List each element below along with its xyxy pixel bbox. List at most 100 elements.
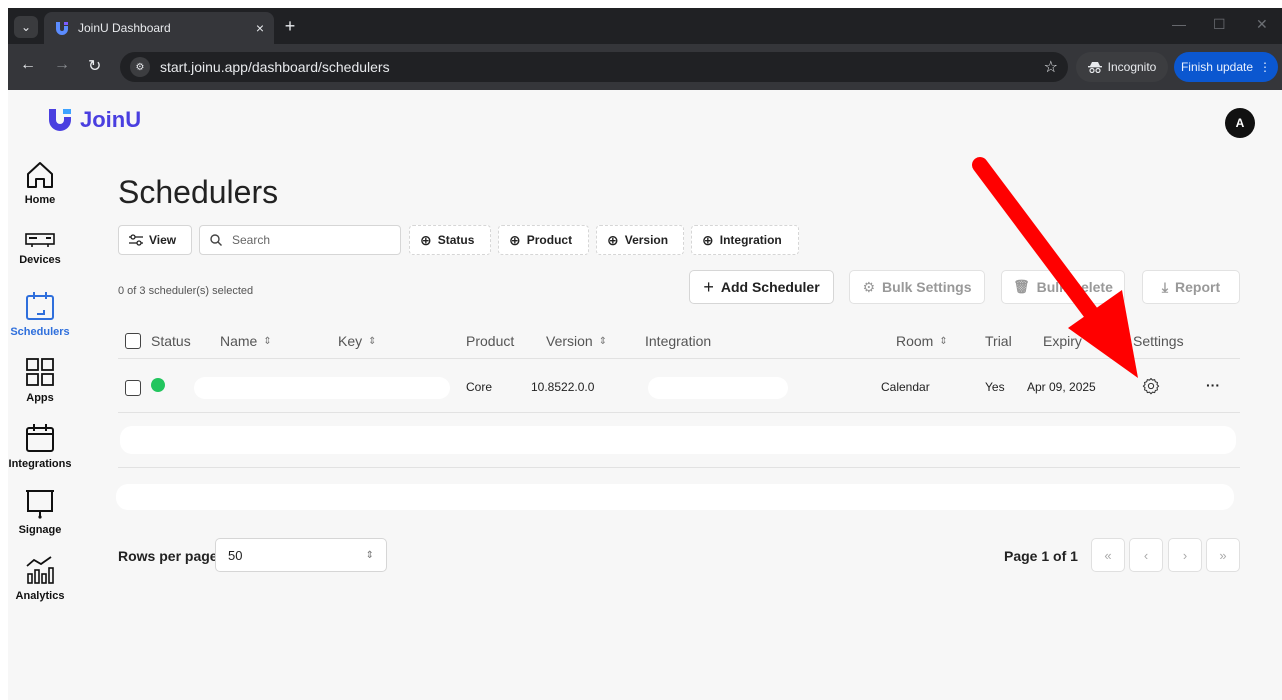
sidebar-item-devices[interactable]: Devices: [8, 230, 72, 266]
column-label: Name: [220, 333, 258, 349]
version-cell: 10.8522.0.0: [531, 380, 595, 394]
joinu-logo[interactable]: JoinU: [46, 106, 141, 134]
sort-icon: ⇕: [598, 335, 608, 347]
sidebar-item-label: Integrations: [8, 458, 72, 470]
status-filter-button[interactable]: ⊕ Status: [409, 225, 491, 255]
sidebar-item-label: Home: [24, 194, 56, 206]
column-label: Key: [338, 333, 363, 349]
plus-circle-icon: ⊕: [702, 231, 714, 248]
rows-per-page-label: Rows per page: [118, 548, 218, 564]
tab-close-icon[interactable]: ×: [256, 20, 264, 36]
incognito-icon: [1087, 62, 1102, 73]
signage-board-icon: [26, 490, 54, 519]
finish-update-button[interactable]: Finish update ⋮: [1174, 52, 1278, 82]
gear-icon: ⚙: [862, 278, 876, 295]
column-header-product[interactable]: Product: [466, 333, 514, 349]
bookmark-star-icon[interactable]: ☆: [1044, 57, 1058, 77]
column-header-key[interactable]: Key ⇕: [338, 333, 377, 349]
row-actions-menu-icon[interactable]: ···: [1206, 377, 1220, 393]
new-tab-button[interactable]: +: [278, 14, 302, 38]
tab-strip: ⌄ JoinU Dashboard × + — ☐ ✕: [8, 8, 1282, 44]
plus-circle-icon: ⊕: [607, 231, 619, 248]
browser-chrome: ⌄ JoinU Dashboard × + — ☐ ✕ ← → ↻ ⚙ star…: [8, 8, 1282, 90]
chevron-left-icon: ‹: [1143, 547, 1149, 563]
column-header-room[interactable]: Room ⇕: [896, 333, 948, 349]
download-icon: ⤓: [1161, 278, 1169, 295]
sidebar-item-label: Analytics: [15, 590, 65, 602]
finish-update-label: Finish update: [1180, 60, 1254, 74]
version-filter-button[interactable]: ⊕ Version: [596, 225, 684, 255]
maximize-icon[interactable]: ☐: [1213, 16, 1226, 33]
status-dot: [151, 378, 165, 392]
redacted-name: [194, 377, 450, 399]
chevron-right-icon: ›: [1182, 547, 1188, 563]
sidebar-item-home[interactable]: Home: [8, 160, 72, 206]
bulk-settings-label: Bulk Settings: [882, 279, 972, 295]
first-page-button[interactable]: «: [1091, 538, 1125, 572]
tab-search-button[interactable]: ⌄: [14, 16, 38, 38]
kebab-menu-icon: ⋮: [1259, 60, 1272, 74]
select-all-checkbox[interactable]: [125, 333, 141, 349]
sort-icon: ⇕: [263, 335, 272, 347]
home-icon: [27, 162, 53, 188]
column-header-version[interactable]: Version ⇕: [546, 333, 607, 349]
reload-icon[interactable]: ↻: [88, 56, 101, 76]
redacted-row: [116, 484, 1234, 510]
sidebar-item-label: Signage: [18, 524, 62, 536]
column-label: Room: [896, 333, 934, 349]
tab-title: JoinU Dashboard: [78, 21, 171, 35]
view-button[interactable]: View: [118, 225, 192, 255]
avatar[interactable]: A: [1225, 108, 1255, 138]
add-scheduler-button[interactable]: + Add Scheduler: [689, 270, 834, 304]
address-bar[interactable]: ⚙ start.joinu.app/dashboard/schedulers ☆: [120, 52, 1068, 82]
search-icon: [210, 234, 222, 246]
forward-icon[interactable]: →: [54, 56, 70, 74]
annotation-arrow-icon: [972, 157, 1138, 378]
last-page-button[interactable]: »: [1206, 538, 1240, 572]
integration-filter-button[interactable]: ⊕ Integration: [691, 225, 799, 255]
next-page-button[interactable]: ›: [1168, 538, 1202, 572]
screen: ⌄ JoinU Dashboard × + — ☐ ✕ ← → ↻ ⚙ star…: [0, 0, 1282, 700]
sidebar-item-schedulers[interactable]: Schedulers: [8, 290, 72, 338]
browser-tab[interactable]: JoinU Dashboard ×: [44, 12, 274, 44]
window-close-icon[interactable]: ✕: [1256, 16, 1268, 33]
sidebar-item-label: Devices: [19, 254, 61, 266]
site-info-icon[interactable]: ⚙: [130, 57, 150, 77]
column-header-name[interactable]: Name ⇕: [220, 333, 272, 349]
scheduler-icon: [26, 292, 54, 320]
column-header-integration[interactable]: Integration: [645, 333, 711, 349]
product-filter-button[interactable]: ⊕ Product: [498, 225, 589, 255]
sidebar-item-signage[interactable]: Signage: [8, 488, 72, 536]
back-icon[interactable]: ←: [20, 56, 36, 74]
apps-grid-icon: [26, 358, 54, 386]
sidebar-item-analytics[interactable]: Analytics: [8, 554, 72, 602]
room-cell: Calendar: [881, 380, 930, 394]
sidebar-item-integrations[interactable]: Integrations: [8, 422, 72, 470]
column-label: Status: [151, 333, 191, 349]
sidebar-item-label: Schedulers: [10, 326, 70, 338]
view-label: View: [149, 233, 177, 247]
minimize-icon[interactable]: —: [1172, 16, 1186, 32]
sidebar-item-apps[interactable]: Apps: [8, 356, 72, 404]
column-header-status[interactable]: Status: [151, 333, 191, 349]
row-divider: [118, 412, 1240, 413]
search-placeholder: Search: [232, 233, 271, 247]
row-checkbox[interactable]: [125, 380, 141, 396]
plus-icon: +: [703, 276, 714, 297]
integration-filter-label: Integration: [719, 233, 782, 247]
sliders-icon: [129, 234, 143, 246]
plus-circle-icon: ⊕: [420, 231, 432, 248]
calendar-icon: [26, 424, 54, 452]
page-indicator: Page 1 of 1: [1004, 548, 1078, 564]
prev-page-button[interactable]: ‹: [1129, 538, 1163, 572]
column-label: Product: [466, 333, 515, 349]
double-chevron-right-icon: »: [1219, 547, 1227, 563]
add-scheduler-label: Add Scheduler: [720, 279, 820, 295]
sidebar-item-label: Apps: [26, 392, 54, 404]
device-icon: [25, 233, 55, 247]
version-filter-label: Version: [624, 233, 669, 247]
incognito-badge[interactable]: Incognito: [1076, 52, 1168, 82]
search-input[interactable]: Search: [199, 225, 401, 255]
chevron-updown-icon: ⇕: [365, 549, 374, 561]
rows-per-page-select[interactable]: 50 ⇕: [215, 538, 387, 572]
